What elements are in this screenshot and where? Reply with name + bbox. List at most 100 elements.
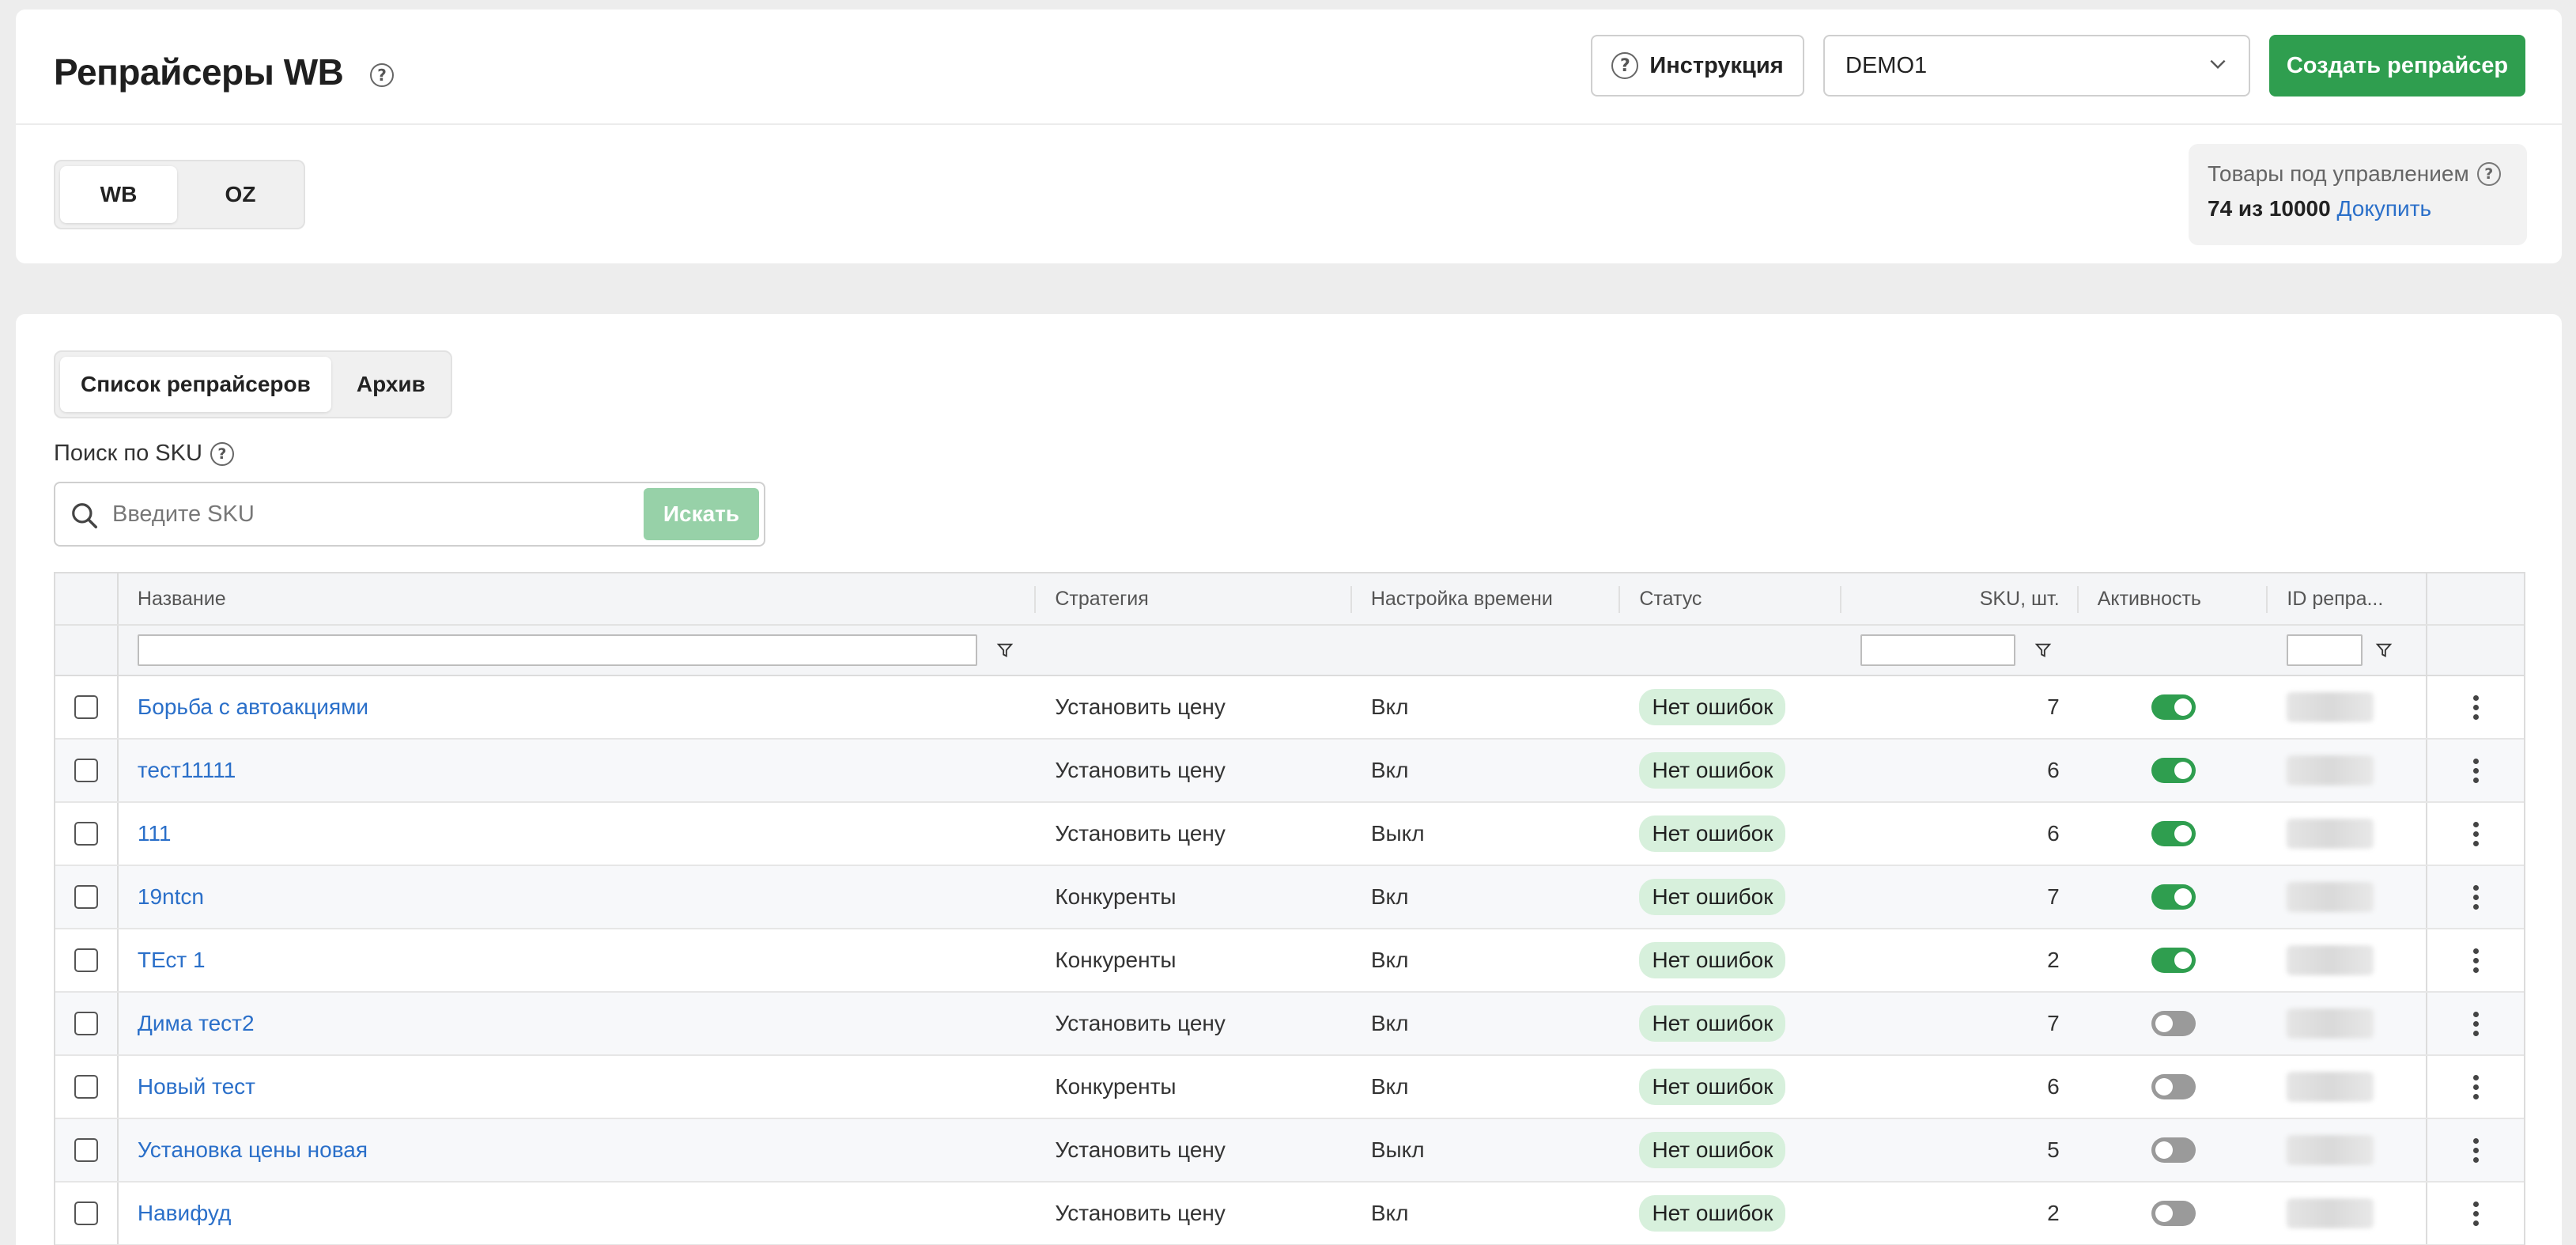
filter-icon[interactable] xyxy=(2034,641,2052,659)
table-row[interactable]: Установка цены новая Установить цену Выкл Н… xyxy=(55,1119,2524,1183)
repricer-name-link[interactable]: Навифуд xyxy=(138,1201,231,1226)
row-checkbox[interactable] xyxy=(74,1201,98,1225)
more-vertical-icon[interactable] xyxy=(2472,821,2479,846)
strategy-text: Установить цену xyxy=(1055,821,1226,846)
toggle-knob xyxy=(2174,698,2192,716)
col-name[interactable]: Название xyxy=(119,573,1037,624)
repricer-name-link[interactable]: ТЕст 1 xyxy=(138,948,206,973)
more-vertical-icon[interactable] xyxy=(2472,884,2479,910)
repricer-name-link[interactable]: 111 xyxy=(138,821,172,846)
repricer-name-link[interactable]: тест11111 xyxy=(138,758,236,783)
time-text: Вкл xyxy=(1370,884,1409,909)
activity-toggle[interactable] xyxy=(2151,1011,2196,1036)
status-badge: Нет ошибок xyxy=(1639,815,1786,852)
filter-icon[interactable] xyxy=(2375,641,2393,659)
repricer-name-link[interactable]: 19ntcn xyxy=(138,884,204,910)
row-menu-cell xyxy=(2426,803,2524,865)
more-vertical-icon[interactable] xyxy=(2472,694,2479,720)
name-cell: Навифуд xyxy=(119,1183,1036,1244)
search-button[interactable]: Искать xyxy=(644,488,759,540)
create-repricer-button[interactable]: Создать репрайсер xyxy=(2269,35,2525,96)
table-row[interactable]: Навифуд Установить цену Вкл Нет ошибок 2 xyxy=(55,1183,2524,1245)
more-vertical-icon[interactable] xyxy=(2472,1201,2479,1226)
tab-repricer-list[interactable]: Список репрайсеров xyxy=(60,357,331,412)
tab-oz[interactable]: OZ xyxy=(182,166,299,223)
row-checkbox[interactable] xyxy=(74,1012,98,1035)
activity-toggle[interactable] xyxy=(2151,1137,2196,1163)
activity-toggle[interactable] xyxy=(2151,884,2196,910)
row-checkbox[interactable] xyxy=(74,1075,98,1099)
row-select-cell xyxy=(55,1056,119,1118)
name-cell: 19ntcn xyxy=(119,866,1036,928)
sku-filter-input[interactable] xyxy=(1860,634,2016,666)
tab-archive[interactable]: Архив xyxy=(336,357,446,412)
name-filter-input[interactable] xyxy=(137,634,977,666)
question-circle-icon[interactable]: ? xyxy=(370,63,394,87)
question-circle-icon: ? xyxy=(1611,52,1639,79)
status-cell: Нет ошибок xyxy=(1620,929,1841,991)
more-vertical-icon[interactable] xyxy=(2472,758,2479,783)
activity-toggle[interactable] xyxy=(2151,1201,2196,1226)
table-row[interactable]: Борьба с автоакциями Установить цену Вкл Не… xyxy=(55,676,2524,740)
question-circle-icon[interactable]: ? xyxy=(210,441,234,466)
question-circle-icon[interactable]: ? xyxy=(2476,162,2501,186)
row-checkbox[interactable] xyxy=(74,822,98,846)
sku-search-input[interactable] xyxy=(112,494,682,534)
repricer-name-link[interactable]: Установка цены новая xyxy=(138,1137,368,1163)
repricer-id-blurred xyxy=(2287,1072,2374,1102)
more-vertical-icon[interactable] xyxy=(2472,1074,2479,1099)
tab-wb[interactable]: WB xyxy=(60,166,177,223)
activity-cell xyxy=(2079,929,2268,991)
col-sku[interactable]: SKU, шт. xyxy=(1841,573,2079,624)
name-cell: Борьба с автоакциями xyxy=(119,676,1036,738)
col-time[interactable]: Настройка времени xyxy=(1352,573,1621,624)
row-checkbox[interactable] xyxy=(74,948,98,972)
table-row[interactable]: ТЕст 1 Конкуренты Вкл Нет ошибок 2 xyxy=(55,929,2524,993)
table-row[interactable]: 19ntcn Конкуренты Вкл Нет ошибок 7 xyxy=(55,866,2524,929)
id-filter-input[interactable] xyxy=(2287,634,2363,666)
status-badge: Нет ошибок xyxy=(1639,1132,1786,1168)
name-cell: Установка цены новая xyxy=(119,1119,1036,1181)
sku-count: 2 xyxy=(2047,948,2060,972)
row-checkbox[interactable] xyxy=(74,885,98,909)
time-text: Вкл xyxy=(1370,948,1409,972)
time-text: Выкл xyxy=(1370,1137,1425,1162)
sku-cell: 6 xyxy=(1841,740,2079,801)
row-checkbox[interactable] xyxy=(74,759,98,782)
row-menu-cell xyxy=(2426,676,2524,738)
repricer-id-blurred xyxy=(2287,755,2374,785)
col-strategy[interactable]: Стратегия xyxy=(1036,573,1352,624)
col-id[interactable]: ID репра... xyxy=(2268,573,2426,624)
time-text: Вкл xyxy=(1370,1011,1409,1035)
more-vertical-icon[interactable] xyxy=(2472,948,2479,973)
repricer-name-link[interactable]: Дима тест2 xyxy=(138,1011,255,1036)
filter-icon[interactable] xyxy=(996,641,1014,659)
table-row[interactable]: Дима тест2 Установить цену Вкл Нет ошибок 7 xyxy=(55,993,2524,1056)
activity-toggle[interactable] xyxy=(2151,694,2196,720)
time-cell: Вкл xyxy=(1352,929,1621,991)
activity-toggle[interactable] xyxy=(2151,1074,2196,1099)
filter-menu-cell xyxy=(2426,626,2524,675)
row-checkbox[interactable] xyxy=(74,1138,98,1162)
repricer-name-link[interactable]: Борьба с автоакциями xyxy=(138,694,368,720)
more-vertical-icon[interactable] xyxy=(2472,1137,2479,1163)
more-vertical-icon[interactable] xyxy=(2472,1011,2479,1036)
col-activity[interactable]: Активность xyxy=(2079,573,2268,624)
table-row[interactable]: тест11111 Установить цену Вкл Нет ошибок 6 xyxy=(55,740,2524,803)
instruction-button[interactable]: ? Инструкция xyxy=(1591,35,1804,96)
col-status[interactable]: Статус xyxy=(1620,573,1841,624)
filter-sku-cell xyxy=(1841,626,2079,675)
activity-toggle[interactable] xyxy=(2151,948,2196,973)
toggle-knob xyxy=(2155,1141,2173,1159)
repricer-name-link[interactable]: Новый тест xyxy=(138,1074,255,1099)
activity-toggle[interactable] xyxy=(2151,758,2196,783)
row-checkbox[interactable] xyxy=(74,695,98,719)
table-row[interactable]: 111 Установить цену Выкл Нет ошибок 6 xyxy=(55,803,2524,866)
strategy-cell: Установить цену xyxy=(1036,676,1352,738)
buy-more-link[interactable]: Докупить xyxy=(2336,196,2431,221)
row-menu-cell xyxy=(2426,1056,2524,1118)
activity-toggle[interactable] xyxy=(2151,821,2196,846)
table-row[interactable]: Новый тест Конкуренты Вкл Нет ошибок 6 xyxy=(55,1056,2524,1119)
status-badge: Нет ошибок xyxy=(1639,1069,1786,1105)
account-select[interactable]: DEMO1 xyxy=(1823,35,2250,96)
